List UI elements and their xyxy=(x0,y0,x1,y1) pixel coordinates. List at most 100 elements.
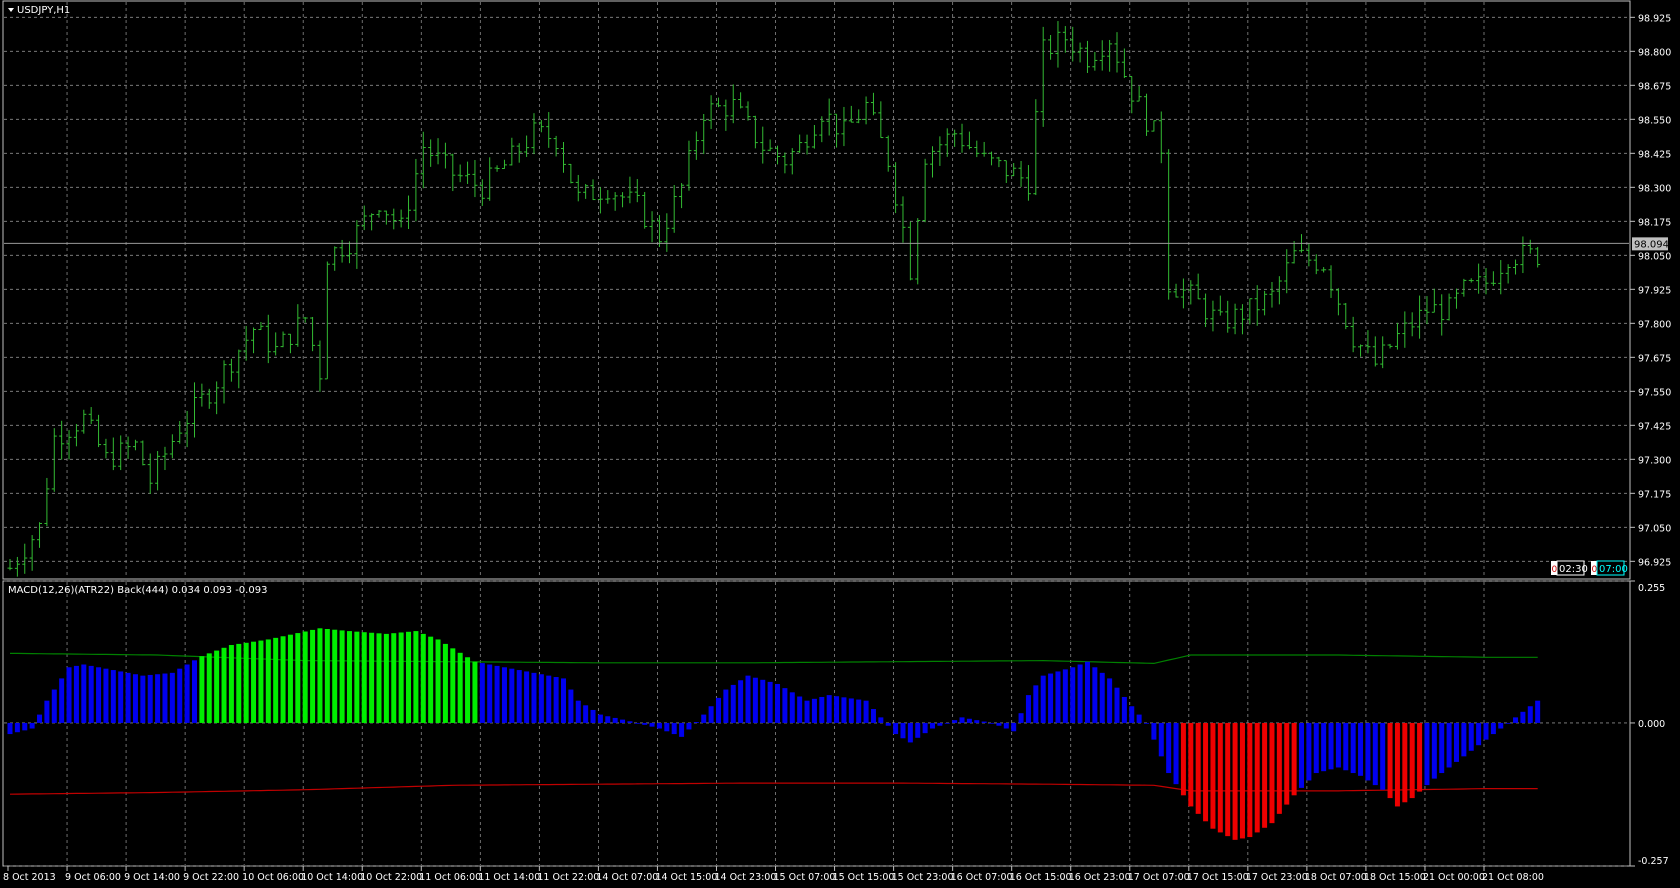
histogram-bar xyxy=(1262,722,1268,828)
histogram-bar xyxy=(1439,722,1445,774)
price-axis-label: 97.175 xyxy=(1638,489,1671,500)
histogram-bar xyxy=(1513,717,1519,723)
histogram-bar xyxy=(561,678,566,723)
histogram-bar xyxy=(88,665,94,723)
histogram-bar xyxy=(885,722,891,726)
histogram-bar xyxy=(546,675,552,723)
histogram-bar xyxy=(1173,722,1179,785)
histogram-bar xyxy=(1490,722,1496,735)
histogram-bar xyxy=(103,668,109,723)
histogram-bar xyxy=(590,709,596,723)
histogram-bar xyxy=(944,722,950,724)
time-axis-label: 18 Oct 15:00 xyxy=(1364,872,1426,883)
histogram-bar xyxy=(1453,722,1459,762)
histogram-bar xyxy=(184,664,190,723)
histogram-bar xyxy=(1107,678,1113,723)
histogram-bar xyxy=(1136,714,1142,723)
histogram-bar xyxy=(1387,722,1393,799)
histogram-bar xyxy=(745,675,751,723)
histogram-bar xyxy=(1417,722,1423,792)
histogram-bar xyxy=(782,688,788,723)
histogram-bar xyxy=(1402,722,1408,803)
histogram-bar xyxy=(66,667,72,723)
time-axis-label: 11 Oct 06:00 xyxy=(419,872,481,883)
trading-chart-window[interactable]: 98.925 98.800 98.675 98.550 98.425 98.300 98.1… xyxy=(0,0,1680,888)
histogram-bar xyxy=(575,700,581,723)
histogram-bar xyxy=(930,722,935,729)
histogram-bar xyxy=(1121,696,1127,723)
histogram-bar xyxy=(1048,673,1054,723)
histogram-bar xyxy=(1070,667,1076,723)
time-axis-label: 17 Oct 07:00 xyxy=(1128,872,1190,883)
histogram-bar xyxy=(280,636,286,723)
histogram-bar xyxy=(1350,722,1356,774)
histogram-bar xyxy=(952,720,958,723)
time-axis-label: 11 Oct 22:00 xyxy=(537,872,599,883)
histogram-bar xyxy=(752,677,758,723)
histogram-bar xyxy=(1372,722,1378,786)
histogram-bar xyxy=(147,674,153,723)
histogram-bar xyxy=(671,722,677,735)
current-price-value: 98.094 xyxy=(1634,239,1669,250)
histogram-bar xyxy=(1343,722,1349,771)
time-axis-label: 21 Oct 08:00 xyxy=(1482,872,1544,883)
histogram-bar xyxy=(1276,722,1282,814)
histogram-bar xyxy=(708,706,714,723)
price-axis-label: 97.550 xyxy=(1638,387,1671,398)
histogram-bar xyxy=(841,697,847,723)
histogram-bar xyxy=(900,722,906,739)
histogram-bar xyxy=(826,695,832,723)
histogram-bar xyxy=(760,679,766,723)
histogram-bar xyxy=(568,689,574,723)
histogram-bar xyxy=(612,717,618,723)
histogram-bar xyxy=(472,661,478,723)
histogram-bar xyxy=(44,700,50,723)
histogram-bar xyxy=(236,643,242,723)
histogram-bar xyxy=(22,722,28,731)
histogram-bar xyxy=(169,672,175,723)
histogram-bar xyxy=(937,722,943,726)
histogram-bar xyxy=(383,633,389,723)
histogram-bar xyxy=(81,664,87,723)
histogram-bar xyxy=(1144,722,1150,724)
indicator-title: MACD(12,26)(ATR22) Back(444) 0.034 0.093… xyxy=(8,585,267,596)
time-axis-label: 14 Oct 15:00 xyxy=(655,872,717,883)
histogram-bar xyxy=(398,632,404,723)
histogram-bar xyxy=(878,717,884,723)
histogram-bar xyxy=(199,656,205,723)
histogram-bar xyxy=(1446,722,1452,768)
histogram-bar xyxy=(14,722,20,733)
time-axis-label: 9 Oct 14:00 xyxy=(124,872,180,883)
price-axis-label: 98.925 xyxy=(1638,13,1671,24)
price-axis-label: 98.800 xyxy=(1638,47,1671,58)
histogram-bar xyxy=(1129,706,1135,723)
histogram-bar xyxy=(361,632,367,723)
time-axis-label: 14 Oct 23:00 xyxy=(714,872,776,883)
symbol-label[interactable]: USDJPY,H1 xyxy=(8,5,70,16)
histogram-bar xyxy=(1158,722,1164,757)
time-axis-label: 10 Oct 14:00 xyxy=(301,872,363,883)
histogram-bar xyxy=(501,667,507,723)
histogram-bar xyxy=(509,668,515,723)
histogram-bar xyxy=(162,673,168,723)
histogram-bar xyxy=(863,700,869,723)
histogram-bar xyxy=(428,636,434,723)
time-axis-label: 15 Oct 07:00 xyxy=(774,872,836,883)
price-axis-label: 98.175 xyxy=(1638,217,1671,228)
histogram-bar xyxy=(856,699,862,723)
histogram-bar xyxy=(1505,722,1511,724)
histogram-bar xyxy=(420,633,426,723)
histogram-bar xyxy=(848,698,854,723)
histogram-bar xyxy=(1151,722,1157,740)
histogram-bar xyxy=(251,641,257,723)
histogram-bar xyxy=(553,677,559,723)
histogram-bar xyxy=(1055,671,1061,723)
histogram-bar xyxy=(1011,722,1017,732)
price-axis-label: 97.300 xyxy=(1638,455,1671,466)
price-axis-label: 97.050 xyxy=(1638,523,1671,534)
histogram-bar xyxy=(192,660,197,723)
histogram-bar xyxy=(701,714,707,723)
histogram-bar xyxy=(339,630,345,723)
time-axis-label: 16 Oct 23:00 xyxy=(1069,872,1131,883)
histogram-bar xyxy=(435,639,441,723)
